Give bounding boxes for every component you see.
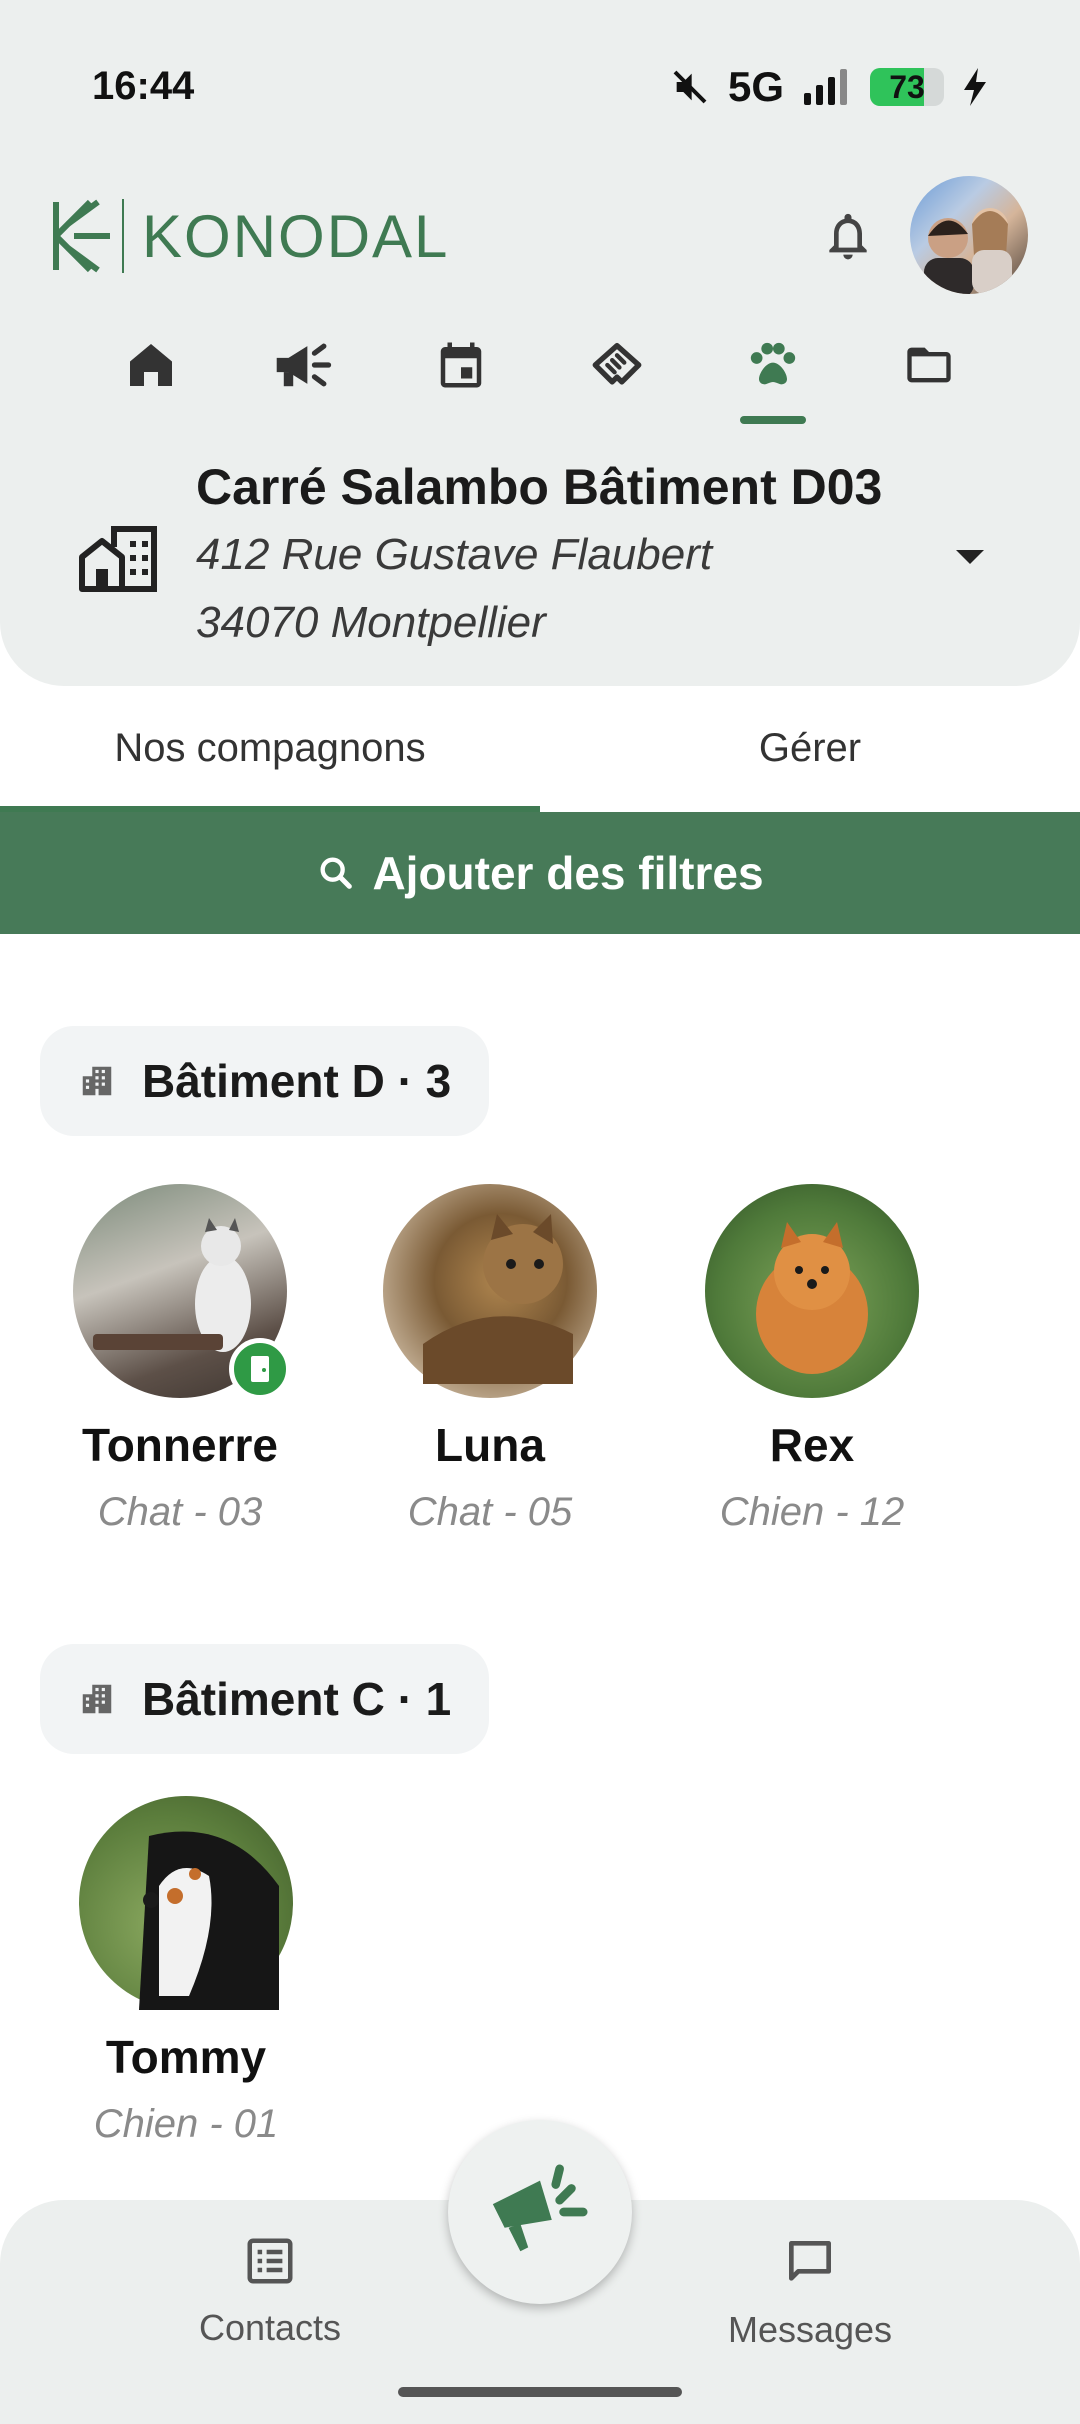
- tab-pets[interactable]: [738, 330, 808, 400]
- bell-icon[interactable]: [820, 206, 876, 266]
- contacts-label: Contacts: [198, 2307, 342, 2348]
- tab-companions[interactable]: Nos compagnons: [0, 686, 540, 810]
- pet-card-rex[interactable]: Rex Chien - 12: [682, 1184, 942, 1535]
- pet-name: Rex: [769, 1419, 855, 1471]
- network-label: 5G: [727, 63, 784, 110]
- apartment-icon: [82, 1066, 112, 1096]
- status-icons: 5G 73: [670, 62, 988, 112]
- group-label: Bâtiment C · 1: [142, 1673, 452, 1725]
- mute-icon: [673, 70, 707, 104]
- pet-name: Tommy: [105, 2031, 267, 2083]
- group-header-batiment-c: Bâtiment C · 1: [40, 1644, 490, 1754]
- calendar-icon: [440, 342, 482, 388]
- signal-icon: [804, 69, 847, 105]
- bottom-nav-messages[interactable]: Messages: [680, 2234, 940, 2351]
- tab-manage[interactable]: Gérer: [540, 686, 1080, 810]
- megaphone-icon: [276, 343, 332, 387]
- pet-photo: [79, 1796, 293, 2010]
- logo-divider: [122, 199, 124, 273]
- pet-card-tommy[interactable]: Tommy Chien - 01: [56, 1796, 316, 2147]
- pet-card-tonnerre[interactable]: Tonnerre Chat - 03: [50, 1184, 310, 1535]
- megaphone-icon: [492, 2164, 588, 2252]
- tab-announcements[interactable]: [270, 330, 340, 400]
- group-label: Bâtiment D · 3: [142, 1055, 452, 1107]
- tab-calendar[interactable]: [426, 330, 496, 400]
- door-icon: [251, 1356, 269, 1382]
- pet-detail: Chien - 12: [719, 1490, 905, 1534]
- pet-card-luna[interactable]: Luna Chat - 05: [360, 1184, 620, 1535]
- group-header-batiment-d: Bâtiment D · 3: [40, 1026, 490, 1136]
- pet-name: Luna: [435, 1419, 545, 1471]
- status-time: 16:44: [92, 64, 195, 108]
- apartment-icon: [82, 1684, 112, 1714]
- pet-photo: [383, 1184, 597, 1398]
- pet-detail: Chat - 05: [407, 1490, 573, 1534]
- pet-name: Tonnerre: [82, 1419, 278, 1471]
- main-nav-tabs: [0, 320, 1080, 430]
- paw-icon: [750, 342, 796, 385]
- search-icon: [320, 857, 353, 889]
- app-logo[interactable]: KONODAL: [50, 196, 449, 276]
- pet-detail: Chat - 03: [97, 1490, 263, 1534]
- battery-percent: 73: [889, 68, 925, 105]
- add-filters-label: Ajouter des filtres: [372, 847, 764, 899]
- pet-photo: [73, 1184, 291, 1400]
- dog-photo-icon: [756, 1222, 868, 1374]
- tab-documents[interactable]: [894, 330, 964, 400]
- folder-icon: [907, 347, 951, 383]
- cat-photo-icon: [423, 1214, 573, 1384]
- residence-city: 34070 Montpellier: [196, 598, 546, 647]
- battery-indicator: 73: [870, 68, 944, 106]
- contacts-list-icon: [247, 2238, 293, 2284]
- messages-label: Messages: [727, 2309, 893, 2350]
- user-avatar[interactable]: [910, 176, 1028, 294]
- dropdown-arrow-icon[interactable]: [952, 544, 988, 568]
- handshake-icon: [592, 343, 642, 385]
- residence-street: 412 Rue Gustave Flaubert: [196, 530, 713, 579]
- bottom-nav-contacts[interactable]: Contacts: [140, 2234, 400, 2349]
- dog-photo-icon: [139, 1831, 279, 2010]
- pet-detail: Chien - 01: [93, 2102, 279, 2146]
- charging-icon: [964, 68, 986, 106]
- active-tab-indicator: [740, 416, 806, 424]
- chat-bubble-icon: [789, 2241, 831, 2281]
- app-name: KONODAL: [142, 202, 450, 270]
- tab-home[interactable]: [116, 330, 186, 400]
- building-icon: [79, 526, 157, 592]
- top-panel: 16:44 5G 73 KONODAL Carré Salambo Bâtime…: [0, 0, 1080, 686]
- tab-services[interactable]: [582, 330, 652, 400]
- segment-tabs: Nos compagnons Gérer: [0, 686, 1080, 810]
- residence-name[interactable]: Carré Salambo Bâtiment D03: [196, 458, 882, 516]
- pet-photo: [705, 1184, 919, 1398]
- announce-fab-button[interactable]: [448, 2120, 632, 2304]
- avatar-photo-icon: [924, 208, 1012, 294]
- add-filters-button[interactable]: Ajouter des filtres: [0, 812, 1080, 934]
- home-icon: [130, 344, 172, 386]
- home-indicator[interactable]: [398, 2387, 682, 2397]
- konodal-logo-icon: [53, 199, 110, 273]
- door-badge: [229, 1338, 291, 1400]
